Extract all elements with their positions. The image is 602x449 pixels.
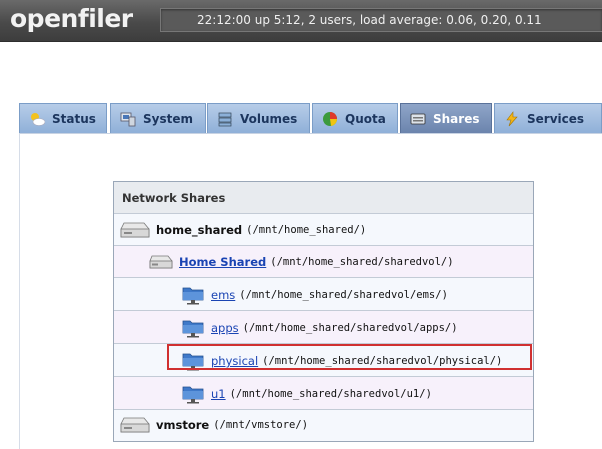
table-heading: Network Shares <box>114 182 533 213</box>
share-path: (/mnt/home_shared/) <box>246 224 367 236</box>
table-row: vmstore (/mnt/vmstore/) <box>114 409 533 441</box>
shares-icon <box>410 113 426 124</box>
share-path: (/mnt/home_shared/sharedvol/) <box>270 256 454 268</box>
table-row: home_shared (/mnt/home_shared/) <box>114 213 533 245</box>
share-path: (/mnt/vmstore/) <box>213 419 309 431</box>
table-row: ems (/mnt/home_shared/sharedvol/ems/) <box>114 277 533 310</box>
network-shares-table: Network Shares home_shared (/mnt/home_sh… <box>113 181 534 442</box>
folder-link-apps[interactable]: apps <box>211 321 239 335</box>
drive-icon <box>120 417 150 433</box>
services-icon <box>506 110 518 126</box>
tab-system[interactable]: System <box>110 103 206 133</box>
tab-label: System <box>143 111 193 126</box>
tab-label: Shares <box>433 111 480 126</box>
top-header: openfiler 22:12:00 up 5:12, 2 users, loa… <box>0 0 602 42</box>
tab-label: Quota <box>345 111 386 126</box>
network-folder-icon <box>182 287 204 305</box>
share-path: (/mnt/home_shared/sharedvol/ems/) <box>239 289 448 301</box>
uptime-status: 22:12:00 up 5:12, 2 users, load average:… <box>160 8 602 32</box>
quota-icon <box>323 111 338 126</box>
tab-status[interactable]: Status <box>19 103 107 133</box>
tab-volumes[interactable]: Volumes <box>207 103 310 133</box>
main-tabs: Status System Volumes Quota Shares Servi… <box>19 103 602 133</box>
network-folder-icon <box>182 320 204 338</box>
network-folder-icon <box>182 353 204 371</box>
share-path: (/mnt/home_shared/sharedvol/apps/) <box>242 322 458 334</box>
table-row: Home Shared (/mnt/home_shared/sharedvol/… <box>114 245 533 277</box>
system-icon <box>120 112 136 126</box>
tab-quota[interactable]: Quota <box>312 103 398 133</box>
table-row: apps (/mnt/home_shared/sharedvol/apps/) <box>114 310 533 343</box>
tab-label: Volumes <box>240 111 298 126</box>
openfiler-logo: openfiler <box>10 4 133 33</box>
drive-icon <box>149 255 173 269</box>
share-name: vmstore <box>156 418 210 432</box>
tab-services[interactable]: Services <box>494 103 602 133</box>
folder-link-physical[interactable]: physical <box>211 354 258 368</box>
folder-link-ems[interactable]: ems <box>211 288 235 302</box>
tab-shares[interactable]: Shares <box>400 103 492 133</box>
table-row: physical (/mnt/home_shared/sharedvol/phy… <box>114 343 533 376</box>
folder-link-u1[interactable]: u1 <box>211 387 226 401</box>
volume-link-home-shared[interactable]: Home Shared <box>179 255 266 269</box>
tab-label: Services <box>527 111 585 126</box>
share-path: (/mnt/home_shared/sharedvol/u1/) <box>229 388 432 400</box>
share-path: (/mnt/home_shared/sharedvol/physical/) <box>262 355 503 367</box>
status-icon <box>31 112 45 126</box>
drive-icon <box>120 222 150 238</box>
volumes-icon <box>218 112 232 126</box>
table-row: u1 (/mnt/home_shared/sharedvol/u1/) <box>114 376 533 409</box>
tab-label: Status <box>52 111 96 126</box>
share-name: home_shared <box>156 223 243 237</box>
network-folder-icon <box>182 386 204 404</box>
